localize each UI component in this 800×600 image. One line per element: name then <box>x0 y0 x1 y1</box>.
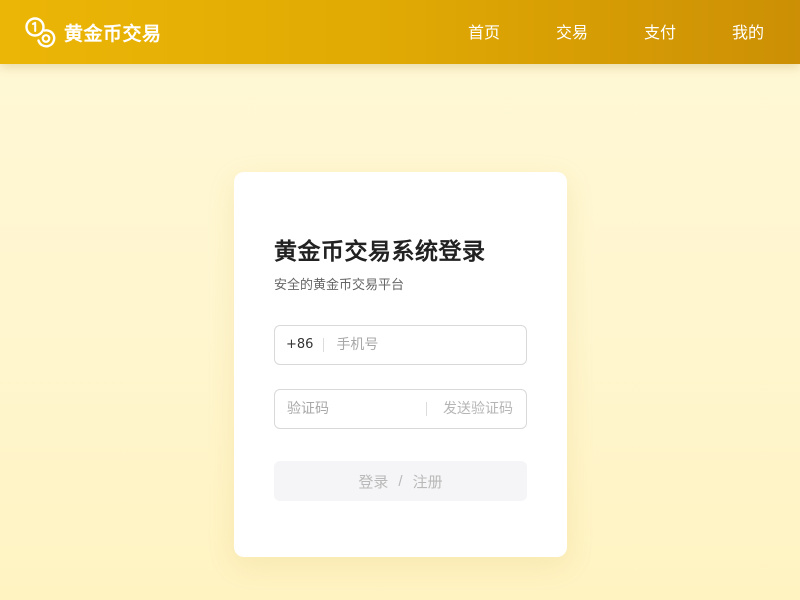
coins-icon <box>25 17 56 48</box>
verification-code-field: 发送验证码 <box>274 389 527 429</box>
login-subtitle: 安全的黄金币交易平台 <box>274 278 405 293</box>
phone-input[interactable] <box>324 326 515 364</box>
phone-field: +86 <box>274 325 527 365</box>
login-title: 黄金币交易系统登录 <box>274 239 486 265</box>
label-separator: / <box>398 472 403 490</box>
login-card: 黄金币交易系统登录 安全的黄金币交易平台 +86 发送验证码 登录 / 注册 <box>234 172 567 557</box>
brand-logo[interactable]: 黄金币交易 <box>24 16 162 48</box>
send-code-button[interactable]: 发送验证码 <box>426 402 513 416</box>
brand-name: 黄金币交易 <box>64 22 162 45</box>
top-navbar: 黄金币交易 首页 交易 支付 我的 <box>0 0 800 64</box>
login-label: 登录 <box>358 473 389 491</box>
nav-item-mine[interactable]: 我的 <box>732 22 764 44</box>
login-register-button[interactable]: 登录 / 注册 <box>274 461 527 501</box>
register-label: 注册 <box>412 473 443 491</box>
country-code-prefix[interactable]: +86 <box>275 338 325 352</box>
nav-item-payment[interactable]: 支付 <box>644 22 676 44</box>
nav-item-trade[interactable]: 交易 <box>556 22 588 44</box>
nav-item-home[interactable]: 首页 <box>468 22 500 44</box>
verification-code-input[interactable] <box>275 390 425 428</box>
